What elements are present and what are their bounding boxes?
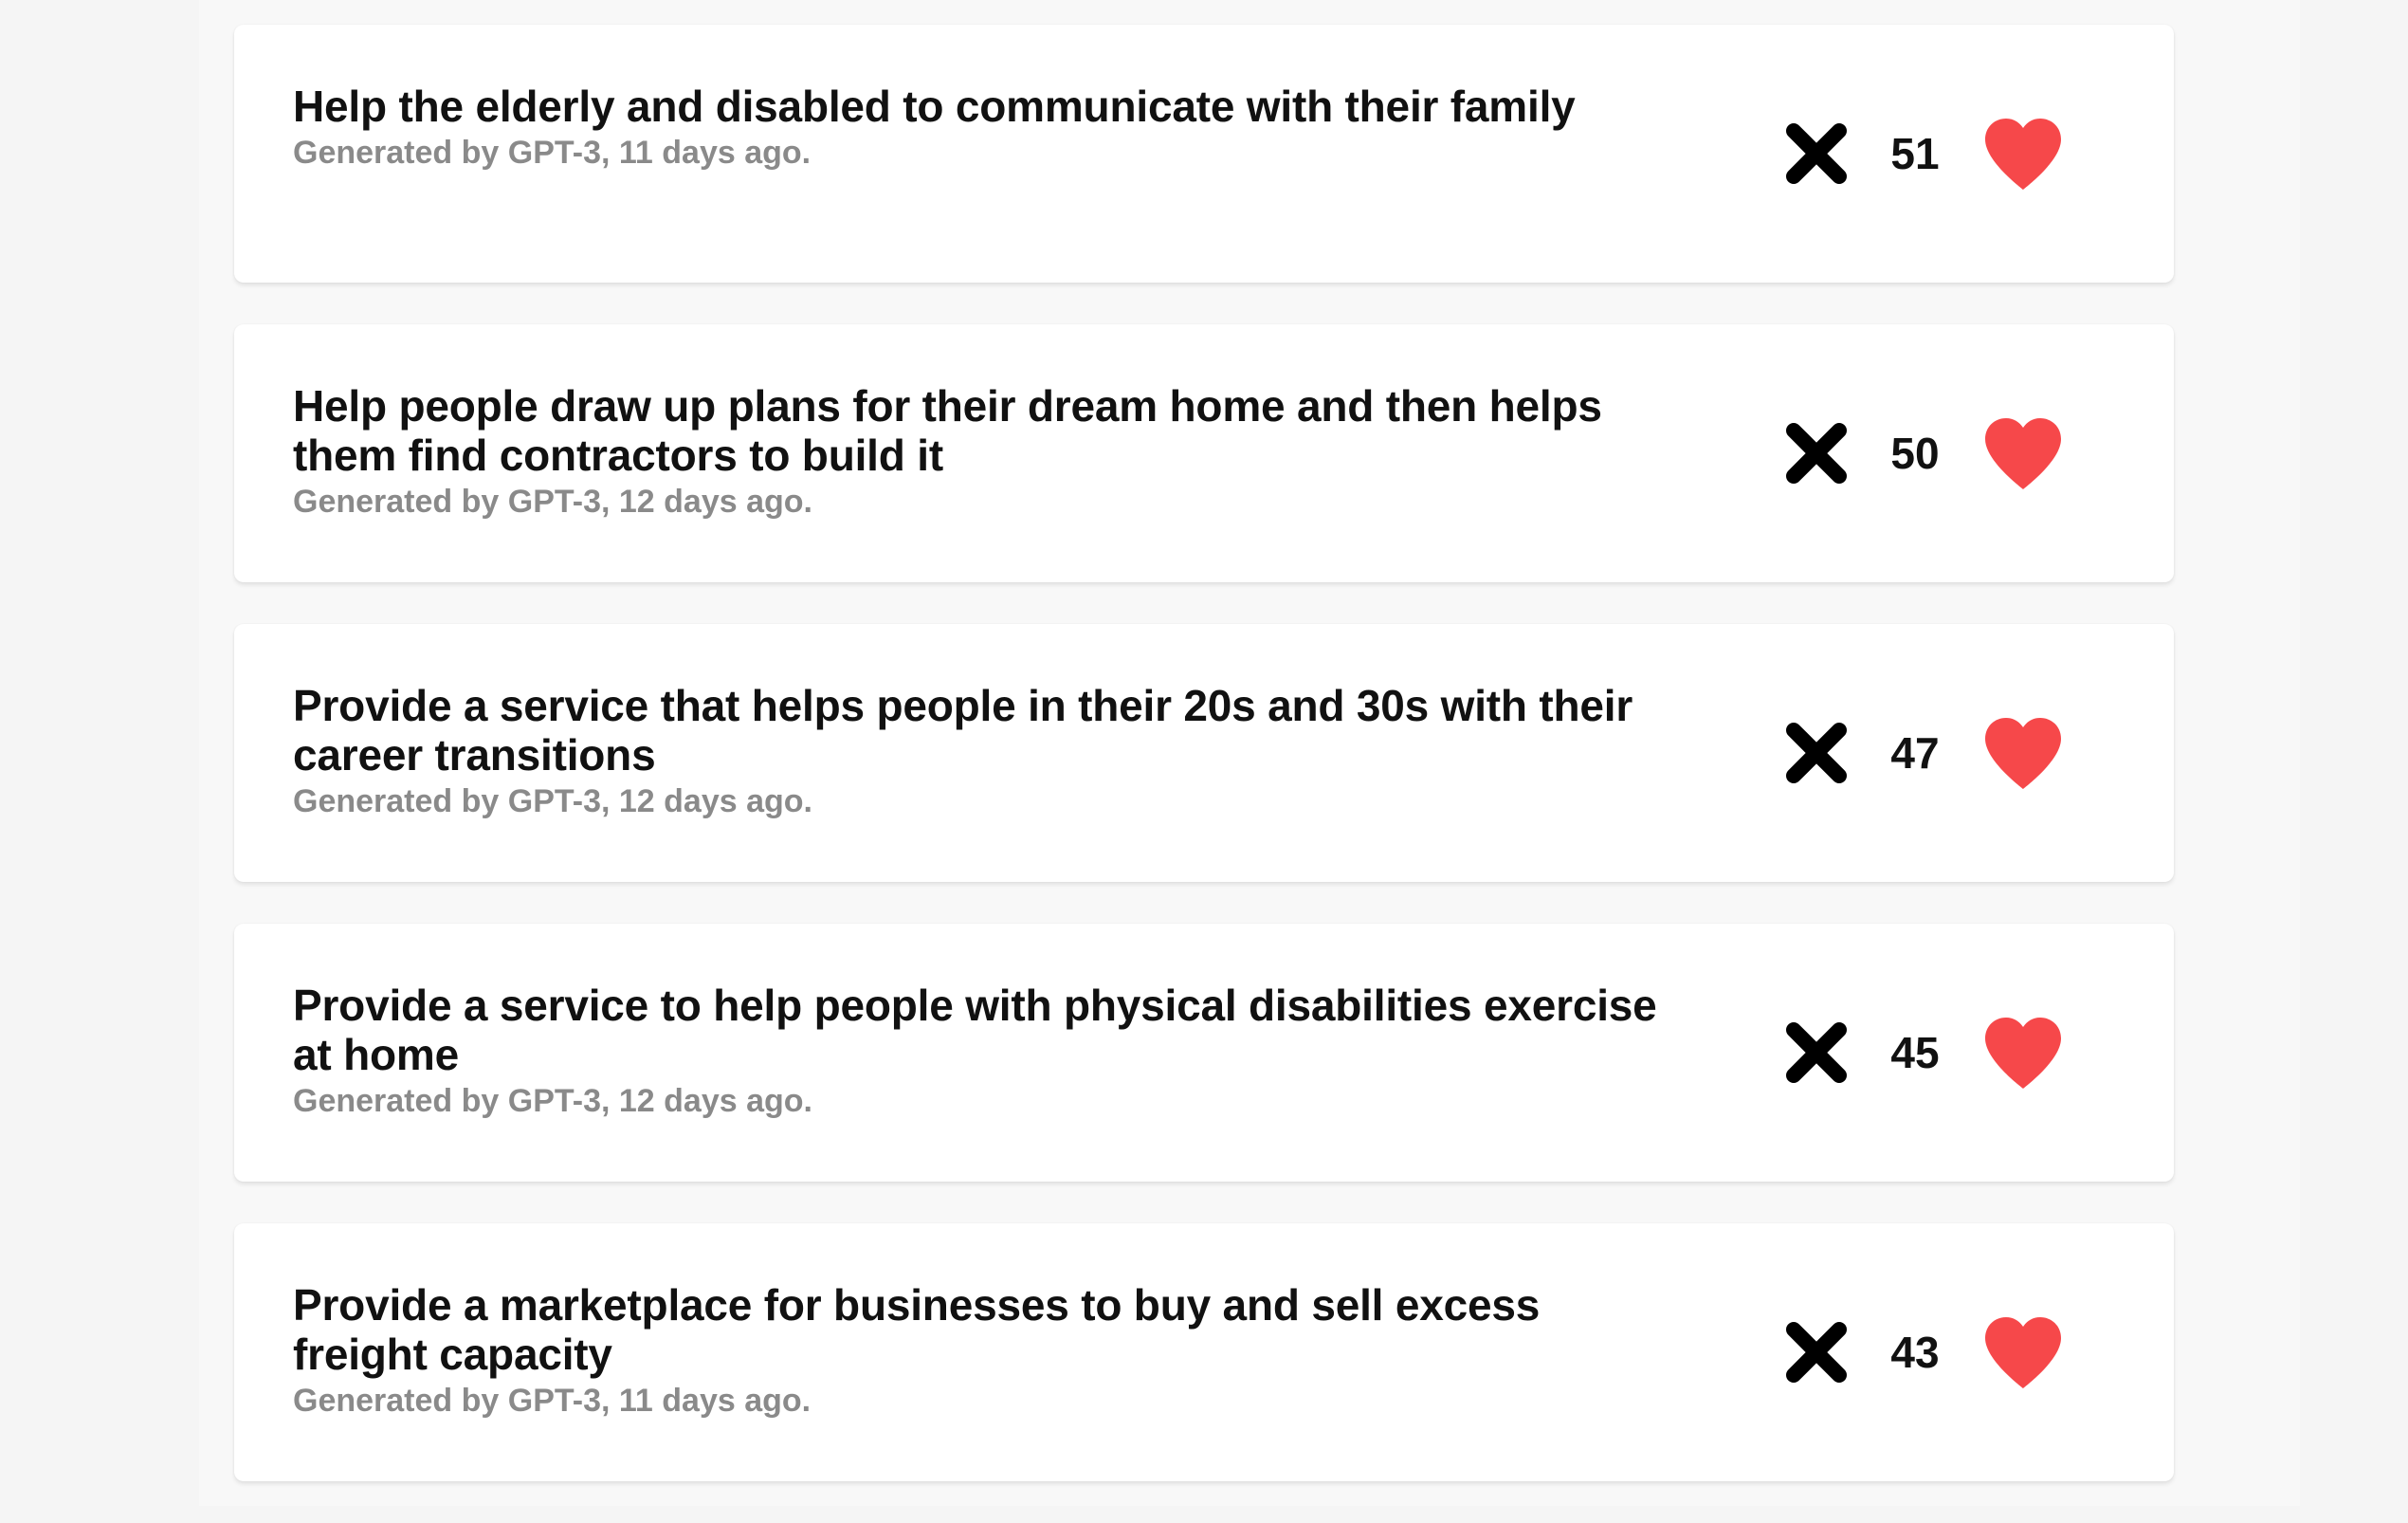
heart-icon xyxy=(1985,119,2061,190)
idea-list: Help the elderly and disabled to communi… xyxy=(234,25,2174,1523)
idea-actions: 50 xyxy=(1781,324,2068,582)
idea-actions: 51 xyxy=(1781,25,2068,283)
like-button[interactable] xyxy=(1979,1312,2068,1392)
idea-text: Provide a service that helps people in t… xyxy=(293,681,1668,819)
idea-meta: Generated by GPT-3, 11 days ago. xyxy=(293,1383,812,1419)
close-icon xyxy=(1786,423,1847,484)
vote-count: 43 xyxy=(1890,1328,1940,1377)
close-icon xyxy=(1786,1022,1847,1083)
close-icon xyxy=(1786,1322,1847,1383)
heart-icon xyxy=(1985,418,2061,489)
idea-text: Help people draw up plans for their drea… xyxy=(293,381,1668,520)
idea-title: Provide a service to help people with ph… xyxy=(293,981,1657,1079)
vote-count: 50 xyxy=(1890,429,1940,478)
vote-count: 51 xyxy=(1890,129,1940,178)
heart-icon xyxy=(1985,1018,2061,1089)
heart-icon xyxy=(1985,1317,2061,1388)
reject-button[interactable] xyxy=(1781,718,1852,788)
idea-card: Provide a service that helps people in t… xyxy=(234,624,2174,882)
like-button[interactable] xyxy=(1979,413,2068,493)
idea-title: Provide a service that helps people in t… xyxy=(293,681,1633,780)
like-button[interactable] xyxy=(1979,114,2068,193)
like-button[interactable] xyxy=(1979,1013,2068,1092)
idea-title: Help people draw up plans for their drea… xyxy=(293,381,1602,480)
idea-meta: Generated by GPT-3, 12 days ago. xyxy=(293,1083,812,1119)
idea-card: Help the elderly and disabled to communi… xyxy=(234,25,2174,283)
idea-actions: 45 xyxy=(1781,924,2068,1182)
reject-button[interactable] xyxy=(1781,1018,1852,1088)
idea-title: Provide a marketplace for businesses to … xyxy=(293,1280,1541,1379)
reject-button[interactable] xyxy=(1781,1317,1852,1387)
idea-meta: Generated by GPT-3, 11 days ago. xyxy=(293,135,812,171)
vote-count: 45 xyxy=(1890,1028,1940,1077)
idea-text: Provide a marketplace for businesses to … xyxy=(293,1280,1668,1419)
reject-button[interactable] xyxy=(1781,119,1852,189)
idea-card: Help people draw up plans for their drea… xyxy=(234,324,2174,582)
idea-actions: 47 xyxy=(1781,624,2068,882)
vote-count: 47 xyxy=(1890,728,1940,778)
idea-title: Help the elderly and disabled to communi… xyxy=(293,82,1576,131)
reject-button[interactable] xyxy=(1781,418,1852,488)
close-icon xyxy=(1786,123,1847,184)
idea-card: Provide a marketplace for businesses to … xyxy=(234,1223,2174,1481)
idea-meta: Generated by GPT-3, 12 days ago. xyxy=(293,484,812,520)
idea-text: Help the elderly and disabled to communi… xyxy=(293,82,1668,171)
idea-actions: 43 xyxy=(1781,1223,2068,1481)
close-icon xyxy=(1786,723,1847,783)
idea-card: Provide a service to help people with ph… xyxy=(234,924,2174,1182)
heart-icon xyxy=(1985,718,2061,789)
idea-meta: Generated by GPT-3, 12 days ago. xyxy=(293,783,812,819)
idea-text: Provide a service to help people with ph… xyxy=(293,981,1668,1119)
like-button[interactable] xyxy=(1979,713,2068,793)
